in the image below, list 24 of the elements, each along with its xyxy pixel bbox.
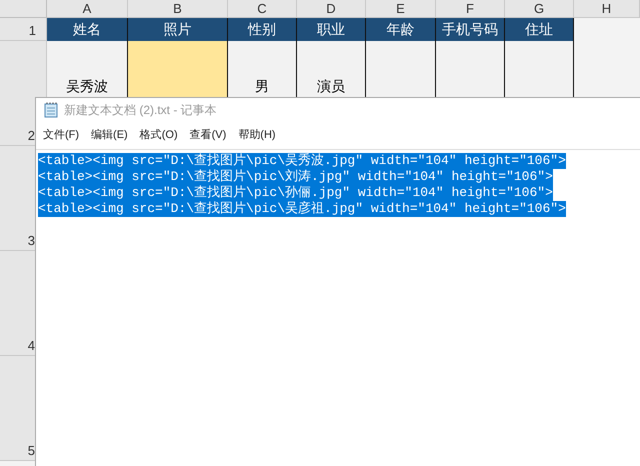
select-all-corner[interactable] [0,0,47,18]
column-header[interactable]: G [505,0,574,18]
notepad-icon [44,102,58,118]
table-cell: 姓名 [47,18,128,41]
table-cell: 性别 [228,18,297,41]
row-number[interactable]: 5 [28,443,35,458]
row-number[interactable]: 2 [28,128,35,143]
row-number[interactable]: 4 [28,338,35,353]
column-header[interactable]: C [228,0,297,18]
column-header[interactable]: B [128,0,228,18]
column-header[interactable]: A [47,0,128,18]
table-cell: 职业 [297,18,366,41]
column-header[interactable]: E [366,0,436,18]
table-cell: 手机号码 [436,18,505,41]
row-number[interactable]: 3 [28,233,35,248]
menu-item[interactable]: 帮助(H) [233,127,281,144]
table-cell: 住址 [505,18,574,41]
menu-item[interactable]: 格式(O) [134,127,183,144]
column-header[interactable]: H [574,0,640,18]
table-cell: 年龄 [366,18,436,41]
column-header[interactable]: D [297,0,366,18]
row-number[interactable]: 1 [0,18,47,41]
table-cell: 照片 [128,18,228,41]
column-header[interactable]: F [436,0,505,18]
